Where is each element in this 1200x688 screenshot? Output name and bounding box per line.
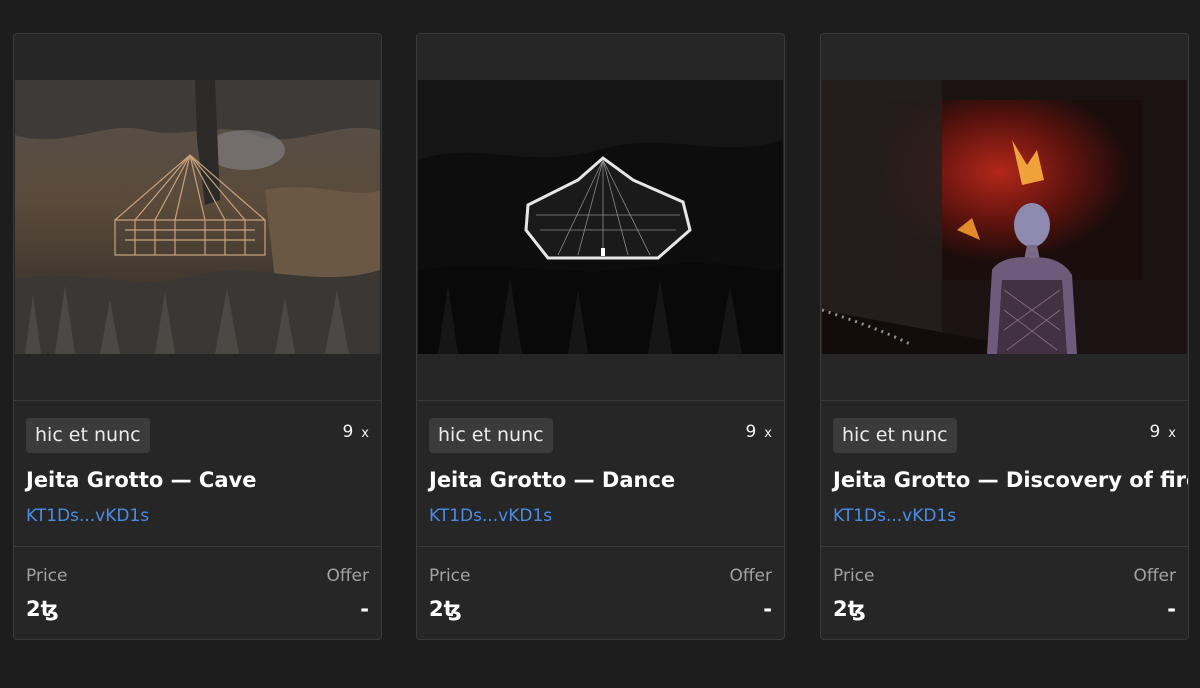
token-info: hic et nunc 9x Jeita Grotto — Discovery … bbox=[821, 401, 1188, 547]
token-media[interactable] bbox=[14, 34, 381, 401]
offer-value: - bbox=[360, 597, 369, 621]
edition-number: 9 bbox=[745, 422, 757, 442]
token-info: hic et nunc 9x Jeita Grotto — Cave KT1Ds… bbox=[14, 401, 381, 547]
token-image-discovery-of-fire[interactable] bbox=[822, 80, 1187, 354]
token-image-cave[interactable] bbox=[15, 80, 380, 354]
edition-suffix: x bbox=[1168, 426, 1176, 441]
platform-badge[interactable]: hic et nunc bbox=[429, 418, 553, 453]
token-media[interactable] bbox=[417, 34, 784, 401]
contract-address-link[interactable]: KT1Ds...vKD1s bbox=[429, 506, 552, 526]
offer-value: - bbox=[1167, 597, 1176, 621]
price-label: Price bbox=[26, 566, 68, 586]
token-title[interactable]: Jeita Grotto — Discovery of fire bbox=[833, 468, 1188, 492]
edition-suffix: x bbox=[361, 426, 369, 441]
price-value: 2ꜩ bbox=[26, 597, 59, 621]
edition-number: 9 bbox=[342, 422, 354, 442]
contract-address-link[interactable]: KT1Ds...vKD1s bbox=[833, 506, 956, 526]
price-label: Price bbox=[429, 566, 471, 586]
token-card[interactable]: hic et nunc 9x Jeita Grotto — Dance KT1D… bbox=[416, 33, 785, 640]
edition-count: 9x bbox=[342, 422, 369, 442]
platform-badge[interactable]: hic et nunc bbox=[833, 418, 957, 453]
edition-count: 9x bbox=[1149, 422, 1176, 442]
price-value: 2ꜩ bbox=[429, 597, 462, 621]
token-pricing: Price Offer 2ꜩ - bbox=[417, 548, 784, 639]
token-pricing: Price Offer 2ꜩ - bbox=[821, 548, 1188, 639]
offer-label: Offer bbox=[326, 566, 369, 586]
edition-count: 9x bbox=[745, 422, 772, 442]
token-title[interactable]: Jeita Grotto — Cave bbox=[26, 468, 256, 492]
platform-badge[interactable]: hic et nunc bbox=[26, 418, 150, 453]
token-card[interactable]: hic et nunc 9x Jeita Grotto — Discovery … bbox=[820, 33, 1189, 640]
cave-artwork bbox=[15, 80, 380, 354]
offer-label: Offer bbox=[1133, 566, 1176, 586]
contract-address-link[interactable]: KT1Ds...vKD1s bbox=[26, 506, 149, 526]
token-image-dance[interactable] bbox=[418, 80, 783, 354]
offer-label: Offer bbox=[729, 566, 772, 586]
edition-suffix: x bbox=[764, 426, 772, 441]
offer-value: - bbox=[763, 597, 772, 621]
token-card[interactable]: hic et nunc 9x Jeita Grotto — Cave KT1Ds… bbox=[13, 33, 382, 640]
token-media[interactable] bbox=[821, 34, 1188, 401]
token-grid: hic et nunc 9x Jeita Grotto — Cave KT1Ds… bbox=[0, 0, 1200, 688]
edition-number: 9 bbox=[1149, 422, 1161, 442]
price-label: Price bbox=[833, 566, 875, 586]
dance-artwork bbox=[418, 80, 783, 354]
fire-artwork bbox=[822, 80, 1187, 354]
price-value: 2ꜩ bbox=[833, 597, 866, 621]
token-info: hic et nunc 9x Jeita Grotto — Dance KT1D… bbox=[417, 401, 784, 547]
token-pricing: Price Offer 2ꜩ - bbox=[14, 548, 381, 639]
token-title[interactable]: Jeita Grotto — Dance bbox=[429, 468, 675, 492]
